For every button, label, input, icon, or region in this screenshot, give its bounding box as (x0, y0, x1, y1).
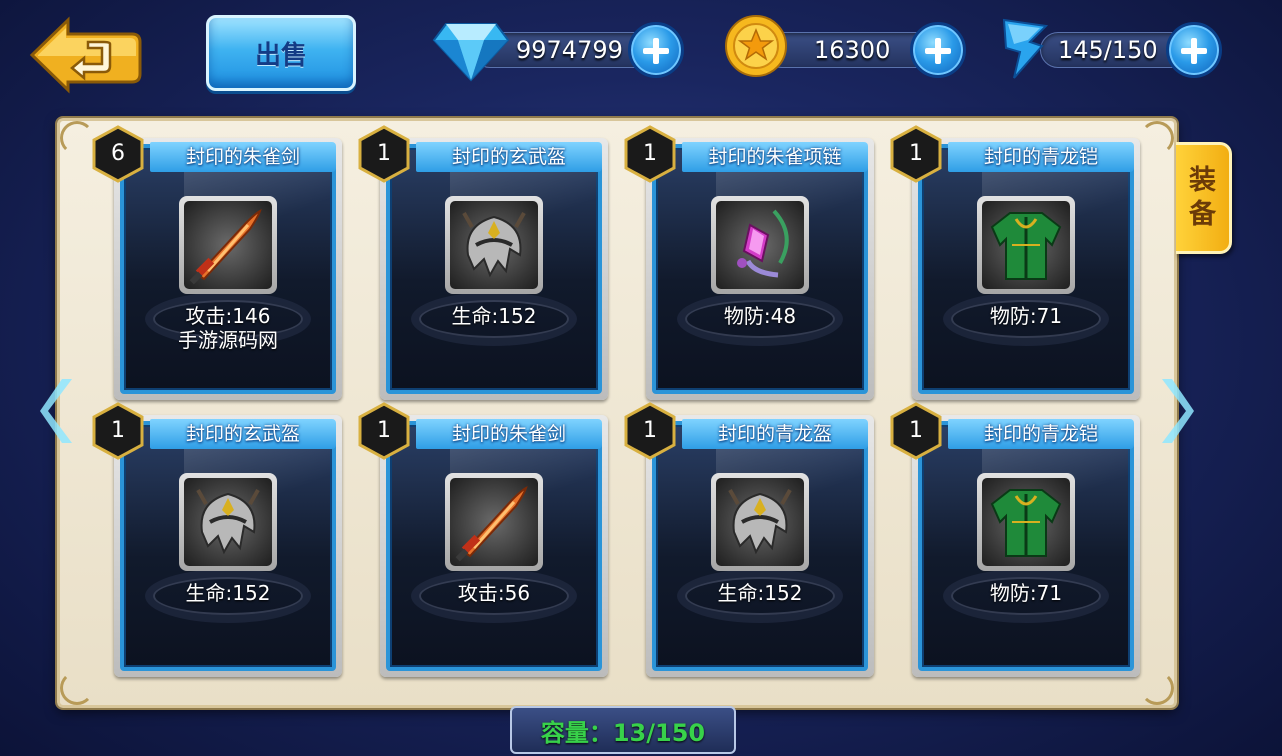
item-count: 1 (643, 141, 657, 166)
item-icon-slot[interactable] (977, 196, 1075, 294)
sword-icon (184, 201, 272, 289)
prev-page-button[interactable] (38, 375, 78, 447)
item-card[interactable]: 1 封印的玄武盔生命:152 (92, 402, 342, 677)
item-stat: 物防:71 (989, 581, 1063, 605)
item-count: 6 (111, 141, 125, 166)
item-count-badge: 1 (620, 124, 680, 184)
item-count-badge: 1 (354, 401, 414, 461)
add-gold-button[interactable] (910, 22, 966, 78)
necklace-icon (716, 201, 804, 289)
lightning-icon (1002, 18, 1049, 79)
item-count-badge: 1 (886, 124, 946, 184)
item-card[interactable]: 1 封印的朱雀项链物防:48 (624, 125, 874, 400)
item-count: 1 (909, 141, 923, 166)
sell-button[interactable]: 出售 (206, 15, 356, 91)
item-watermark-text: 手游源码网 (178, 328, 278, 352)
item-icon-slot[interactable] (445, 473, 543, 571)
sword-icon (450, 478, 538, 566)
item-icon-slot[interactable] (445, 196, 543, 294)
armor-icon (982, 478, 1070, 566)
item-count: 1 (377, 141, 391, 166)
item-icon-slot[interactable] (711, 473, 809, 571)
item-name: 封印的朱雀项链 (682, 142, 868, 172)
item-icon-slot[interactable] (977, 473, 1075, 571)
item-name: 封印的青龙铠 (948, 142, 1134, 172)
item-stat: 生命:152 (185, 581, 271, 605)
panel-corner-ornament (60, 671, 94, 705)
item-count-badge: 6 (88, 124, 148, 184)
helmet-icon (184, 478, 272, 566)
item-card[interactable]: 6 封印的朱雀剑 攻击:146 手游源码网 (92, 125, 342, 400)
item-count-badge: 1 (620, 401, 680, 461)
diamond-resource: 9974799 (432, 22, 686, 82)
item-card[interactable]: 1 封印的玄武盔生命:152 (358, 125, 608, 400)
item-name: 封印的玄武盔 (150, 419, 336, 449)
item-count-badge: 1 (88, 401, 148, 461)
item-count: 1 (909, 418, 923, 443)
back-button[interactable] (28, 16, 142, 94)
item-count-badge: 1 (354, 124, 414, 184)
item-count: 1 (111, 418, 125, 443)
equipment-tab-label-1: 装 (1189, 165, 1216, 196)
item-stat: 生命:152 (451, 304, 537, 328)
helmet-icon (716, 478, 804, 566)
panel-corner-ornament (1140, 671, 1174, 705)
item-stat: 物防:48 (723, 304, 797, 328)
gold-value: 16300 (814, 36, 891, 64)
item-stat: 攻击:56 (457, 581, 531, 605)
item-name: 封印的朱雀剑 (416, 419, 602, 449)
item-count-badge: 1 (886, 401, 946, 461)
stamina-resource: 145/150 (1000, 18, 1222, 79)
capacity-label: 容量：13/150 (510, 706, 736, 754)
item-stat: 生命:152 (717, 581, 803, 605)
equipment-tab[interactable]: 装 备 (1176, 142, 1232, 254)
item-name: 封印的玄武盔 (416, 142, 602, 172)
item-name: 封印的朱雀剑 (150, 142, 336, 172)
item-icon-slot[interactable] (711, 196, 809, 294)
item-card[interactable]: 1 封印的青龙铠物防:71 (890, 125, 1140, 400)
helmet-icon (450, 201, 538, 289)
add-diamond-button[interactable] (628, 22, 684, 78)
next-page-button[interactable] (1156, 375, 1196, 447)
item-card[interactable]: 1 封印的朱雀剑攻击:56 (358, 402, 608, 677)
item-count: 1 (377, 418, 391, 443)
diamond-icon (432, 23, 510, 82)
item-card[interactable]: 1 封印的青龙盔生命:152 (624, 402, 874, 677)
panel-corner-ornament (1140, 121, 1174, 155)
item-name: 封印的青龙铠 (948, 419, 1134, 449)
item-name: 封印的青龙盔 (682, 419, 868, 449)
diamond-value: 9974799 (516, 36, 623, 64)
chevron-right-icon (1162, 379, 1194, 443)
item-stat: 物防:71 (989, 304, 1063, 328)
armor-icon (982, 201, 1070, 289)
item-card[interactable]: 1 封印的青龙铠物防:71 (890, 402, 1140, 677)
gold-resource: 16300 (724, 15, 966, 78)
stamina-value: 145/150 (1058, 36, 1158, 64)
back-arrow-icon (29, 16, 142, 94)
item-count: 1 (643, 418, 657, 443)
add-stamina-button[interactable] (1166, 22, 1222, 78)
chevron-left-icon (40, 379, 72, 443)
item-icon-slot[interactable] (179, 473, 277, 571)
gold-coin-icon (725, 15, 787, 77)
equipment-tab-label-2: 备 (1189, 199, 1216, 230)
item-icon-slot[interactable] (179, 196, 277, 294)
